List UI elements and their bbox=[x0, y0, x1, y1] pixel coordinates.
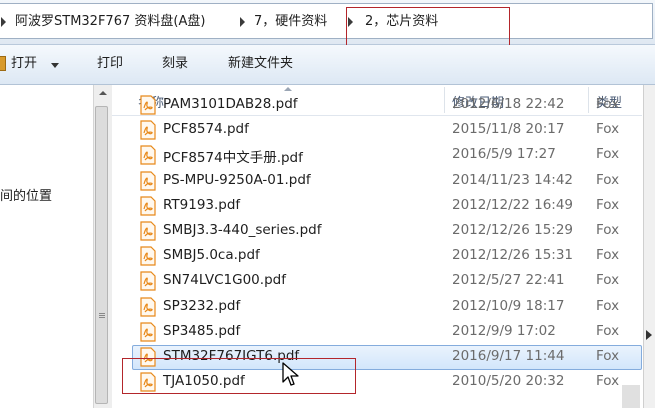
table-row[interactable]: SN74LVC1G00.pdf 2012/5/27 22:41 Fox bbox=[112, 269, 642, 294]
file-name[interactable]: PS-MPU-9250A-01.pdf bbox=[163, 172, 311, 188]
pdf-file-icon bbox=[140, 145, 156, 165]
new-folder-button[interactable]: 新建文件夹 bbox=[228, 54, 293, 74]
scrollbar-thumb[interactable] bbox=[95, 106, 108, 404]
mouse-cursor-icon bbox=[282, 362, 299, 386]
pdf-file-icon bbox=[140, 120, 156, 140]
scroll-up-icon[interactable] bbox=[99, 91, 107, 95]
file-list: 名称 修改日期 类型 PAM3101DAB28.pdf2012/6/18 22:… bbox=[112, 85, 642, 408]
file-name[interactable]: SMBJ3.3-440_series.pdf bbox=[163, 222, 321, 238]
pdf-file-icon bbox=[140, 271, 156, 291]
file-modified-date: 2014/11/23 14:42 bbox=[452, 171, 574, 188]
open-button[interactable]: 打开 bbox=[11, 54, 37, 74]
file-type: Fox bbox=[596, 222, 620, 238]
file-name[interactable]: STM32F767IGT6.pdf bbox=[163, 348, 299, 364]
file-modified-date: 2012/6/18 22:42 bbox=[452, 96, 565, 112]
file-name[interactable]: PAM3101DAB28.pdf bbox=[163, 96, 298, 112]
table-row[interactable]: PAM3101DAB28.pdf 2012/6/18 22:42 Fox bbox=[112, 93, 642, 118]
sort-arrow-icon bbox=[284, 87, 292, 91]
breadcrumb-arrow-icon[interactable] bbox=[348, 17, 353, 27]
navigation-pane: 间的位置 bbox=[0, 85, 92, 408]
address-box[interactable]: 阿波罗STM32F767 资料盘(A盘) 7，硬件资料 2，芯片资料 bbox=[0, 3, 653, 39]
table-row[interactable]: PCF8574.pdf 2015/11/8 20:17 Fox bbox=[112, 118, 642, 143]
file-type: Fox bbox=[596, 348, 620, 364]
scroll-grip-icon bbox=[99, 313, 105, 314]
pdf-file-icon bbox=[140, 347, 156, 367]
table-row[interactable]: PS-MPU-9250A-01.pdf 2014/11/23 14:42 Fox bbox=[112, 169, 642, 194]
breadcrumb-hardware[interactable]: 7，硬件资料 bbox=[254, 12, 327, 32]
table-row[interactable]: TJA1050.pdf 2010/5/20 20:32 Fox bbox=[112, 370, 642, 395]
file-type: Fox bbox=[596, 272, 620, 289]
pdf-file-icon bbox=[140, 372, 156, 392]
file-modified-date: 2012/10/9 18:17 bbox=[452, 297, 565, 314]
table-row[interactable]: SP3485.pdf 2012/9/9 17:02 Fox bbox=[112, 320, 642, 345]
table-row[interactable]: RT9193.pdf 2012/12/22 16:49 Fox bbox=[112, 194, 642, 219]
pdf-file-icon bbox=[140, 296, 156, 317]
file-type: Fox bbox=[596, 171, 620, 188]
file-modified-date: 2010/5/20 20:32 bbox=[452, 373, 565, 390]
file-type: Fox bbox=[596, 373, 620, 390]
breadcrumb-arrow-icon[interactable] bbox=[240, 17, 245, 27]
print-button[interactable]: 打印 bbox=[97, 54, 123, 74]
burn-button[interactable]: 刻录 bbox=[162, 54, 188, 74]
preview-pane-edge bbox=[643, 85, 655, 408]
file-modified-date: 2012/12/26 15:29 bbox=[452, 222, 574, 238]
pdf-file-icon bbox=[140, 196, 156, 216]
pdf-file-icon bbox=[140, 246, 156, 266]
file-type: Fox bbox=[596, 322, 620, 339]
nav-item-label[interactable]: 间的位置 bbox=[0, 185, 52, 204]
file-name[interactable]: SP3232.pdf bbox=[163, 298, 240, 314]
file-name[interactable]: SN74LVC1G00.pdf bbox=[163, 272, 286, 288]
pdf-file-icon bbox=[140, 95, 156, 115]
breadcrumb-arrow-icon[interactable] bbox=[1, 17, 6, 27]
file-modified-date: 2016/5/9 17:27 bbox=[452, 146, 556, 163]
chevron-down-icon[interactable] bbox=[51, 63, 59, 68]
address-bar: 阿波罗STM32F767 资料盘(A盘) 7，硬件资料 2，芯片资料 bbox=[0, 0, 655, 45]
file-name[interactable]: RT9193.pdf bbox=[163, 197, 240, 213]
file-name[interactable]: SMBJ5.0ca.pdf bbox=[163, 247, 260, 263]
breadcrumb-drive[interactable]: 阿波罗STM32F767 资料盘(A盘) bbox=[15, 12, 205, 32]
table-row-selected[interactable]: STM32F767IGT6.pdf 2016/9/17 11:44 Fox bbox=[112, 345, 642, 370]
file-type: Fox bbox=[596, 96, 620, 112]
breadcrumb-chip[interactable]: 2，芯片资料 bbox=[365, 12, 438, 32]
file-name[interactable]: SP3485.pdf bbox=[163, 323, 240, 339]
pdf-file-icon bbox=[140, 322, 156, 342]
file-name[interactable]: PCF8574.pdf bbox=[163, 121, 249, 137]
file-name[interactable]: TJA1050.pdf bbox=[163, 373, 245, 389]
pdf-file-icon bbox=[140, 170, 156, 191]
file-list-scrollbar[interactable] bbox=[622, 385, 640, 408]
file-type: Fox bbox=[596, 196, 620, 213]
file-modified-date: 2012/9/9 17:02 bbox=[452, 322, 556, 339]
chevron-right-icon[interactable] bbox=[646, 330, 652, 340]
table-row[interactable]: SMBJ3.3-440_series.pdf 2012/12/26 15:29 Fo… bbox=[112, 219, 642, 244]
pdf-file-icon bbox=[140, 221, 156, 241]
file-modified-date: 2012/12/22 16:49 bbox=[452, 196, 574, 213]
table-row[interactable]: PCF8574中文手册.pdf 2016/5/9 17:27 Fox bbox=[112, 143, 642, 168]
toolbar: 打开 打印 刻录 新建文件夹 bbox=[0, 45, 655, 85]
table-row[interactable]: SMBJ5.0ca.pdf 2012/12/26 15:31 Fox bbox=[112, 244, 642, 269]
file-modified-date: 2016/9/17 11:44 bbox=[452, 348, 565, 364]
file-type: Fox bbox=[596, 121, 620, 138]
table-row[interactable]: SP3232.pdf 2012/10/9 18:17 Fox bbox=[112, 295, 642, 320]
file-name[interactable]: PCF8574中文手册.pdf bbox=[163, 146, 303, 166]
file-modified-date: 2012/5/27 22:41 bbox=[452, 272, 565, 289]
file-modified-date: 2015/11/8 20:17 bbox=[452, 121, 565, 138]
file-type: Fox bbox=[596, 297, 620, 314]
open-icon bbox=[0, 56, 6, 71]
file-type: Fox bbox=[596, 247, 620, 264]
file-type: Fox bbox=[596, 146, 620, 163]
file-modified-date: 2012/12/26 15:31 bbox=[452, 247, 574, 264]
